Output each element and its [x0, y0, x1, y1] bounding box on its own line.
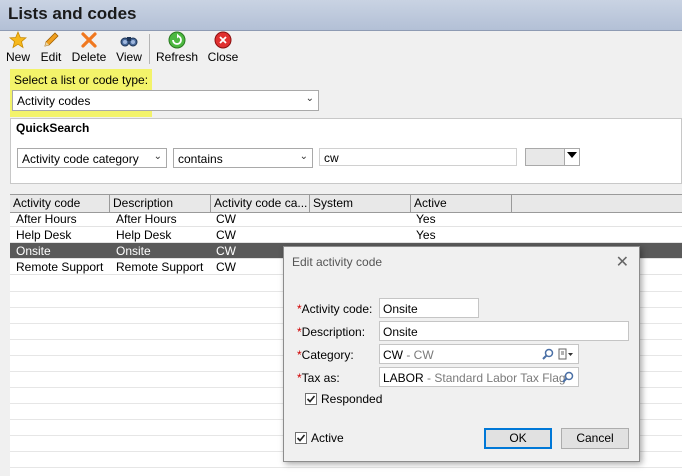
star-icon — [9, 31, 27, 49]
table-cell: Yes — [416, 212, 436, 226]
search-icon[interactable] — [562, 371, 574, 383]
tax-label: *Tax as: — [297, 371, 340, 385]
responded-label: Responded — [321, 392, 383, 406]
empty-row-line — [10, 467, 682, 468]
category-label: *Category: — [297, 348, 354, 362]
window-titlebar: Lists and codes — [0, 0, 682, 31]
list-type-value: Activity codes — [17, 94, 91, 108]
activity-code-field[interactable]: Onsite — [379, 298, 479, 318]
selector-label: Select a list or code type: — [14, 73, 149, 87]
cancel-button[interactable]: Cancel — [561, 428, 629, 449]
description-value: Onsite — [383, 325, 418, 339]
category-value: CW - CW — [383, 348, 434, 362]
table-cell: CW — [216, 244, 236, 258]
checkmark-icon — [296, 434, 306, 442]
column-header[interactable]: Activity code ca... — [211, 195, 310, 212]
search-icon[interactable] — [542, 348, 554, 360]
category-label-text: Category: — [301, 348, 354, 362]
pencil-icon — [44, 32, 59, 47]
quicksearch-operator-value: contains — [178, 152, 223, 166]
description-label: *Description: — [297, 325, 365, 339]
tax-label-text: Tax as: — [301, 371, 340, 385]
list-dropdown-icon[interactable] — [558, 348, 574, 360]
table-cell: CW — [216, 212, 236, 226]
activity-code-label-text: Activity code: — [301, 302, 373, 316]
table-cell: Onsite — [116, 244, 151, 258]
quicksearch-title: QuickSearch — [16, 121, 90, 135]
close-icon — [214, 31, 232, 49]
ok-button[interactable]: OK — [484, 428, 552, 449]
close-button[interactable]: Close — [205, 31, 241, 67]
table-cell: After Hours — [16, 212, 77, 226]
chevron-down-icon: ⌄ — [153, 151, 162, 162]
tax-value: LABOR - Standard Labor Tax Flag — [383, 371, 566, 385]
toolbar-separator — [149, 34, 150, 64]
window-title: Lists and codes — [8, 4, 137, 23]
tax-desc: - Standard Labor Tax Flag — [423, 371, 566, 385]
quicksearch-input-value: cw — [324, 151, 339, 165]
column-header[interactable]: Active — [411, 195, 512, 212]
table-cell: CW — [216, 260, 236, 274]
table-cell: Help Desk — [16, 228, 72, 242]
close-label: Close — [207, 50, 239, 64]
list-type-dropdown[interactable]: Activity codes ⌄ — [12, 90, 319, 111]
delete-button[interactable]: Delete — [71, 31, 107, 67]
category-field[interactable]: CW - CW — [379, 344, 579, 364]
view-button[interactable]: View — [114, 31, 144, 67]
edit-activity-code-dialog: Edit activity code ✕ *Activity code: Ons… — [283, 246, 640, 462]
responded-checkbox[interactable] — [305, 393, 317, 405]
delete-label: Delete — [71, 50, 107, 64]
view-label: View — [116, 50, 142, 64]
column-header[interactable]: Activity code — [10, 195, 110, 212]
table-row[interactable]: Help Desk Help Desk CW Yes — [10, 227, 682, 243]
active-checkbox[interactable] — [295, 432, 307, 444]
active-label: Active — [311, 431, 344, 445]
delete-x-icon — [81, 32, 97, 48]
activity-code-value: Onsite — [383, 302, 418, 316]
chevron-down-icon: ⌄ — [299, 151, 308, 162]
table-cell: Yes — [416, 228, 436, 242]
activity-code-label: *Activity code: — [297, 302, 372, 316]
column-header[interactable]: Description — [110, 195, 211, 212]
new-button[interactable]: New — [5, 31, 31, 67]
quicksearch-input[interactable]: cw — [319, 148, 517, 166]
dialog-title: Edit activity code — [292, 255, 383, 269]
new-label: New — [5, 50, 30, 64]
table-row[interactable]: After Hours After Hours CW Yes — [10, 211, 682, 227]
description-field[interactable]: Onsite — [379, 321, 629, 341]
dialog-close-icon[interactable]: ✕ — [616, 252, 629, 272]
table-cell: After Hours — [116, 212, 177, 226]
caret-down-icon — [567, 152, 577, 158]
chevron-down-icon: ⌄ — [305, 93, 314, 104]
refresh-icon — [168, 31, 186, 49]
quicksearch-extra-dropdown[interactable] — [525, 148, 580, 166]
table-cell: Remote Support — [116, 260, 204, 274]
category-desc: - CW — [403, 348, 434, 362]
refresh-label: Refresh — [156, 50, 199, 64]
tax-code: LABOR — [383, 371, 424, 385]
table-cell: Remote Support — [16, 260, 104, 274]
table-cell: CW — [216, 228, 236, 242]
quicksearch-field-dropdown[interactable]: Activity code category ⌄ — [17, 148, 167, 168]
edit-button[interactable]: Edit — [38, 31, 64, 67]
category-code: CW — [383, 348, 403, 362]
refresh-button[interactable]: Refresh — [156, 31, 198, 67]
dropdown-button[interactable] — [564, 149, 579, 165]
binoculars-icon — [120, 37, 138, 47]
description-label-text: Description: — [301, 325, 366, 339]
quicksearch-field-value: Activity code category — [22, 152, 139, 166]
toolbar: New Edit Delete View Refresh Close — [0, 31, 682, 67]
column-header[interactable]: System — [310, 195, 411, 212]
edit-label: Edit — [40, 50, 62, 64]
checkmark-icon — [306, 395, 316, 403]
tax-field[interactable]: LABOR - Standard Labor Tax Flag — [379, 367, 579, 387]
quicksearch-operator-dropdown[interactable]: contains ⌄ — [173, 148, 313, 168]
table-cell: Help Desk — [116, 228, 172, 242]
table-cell: Onsite — [16, 244, 51, 258]
